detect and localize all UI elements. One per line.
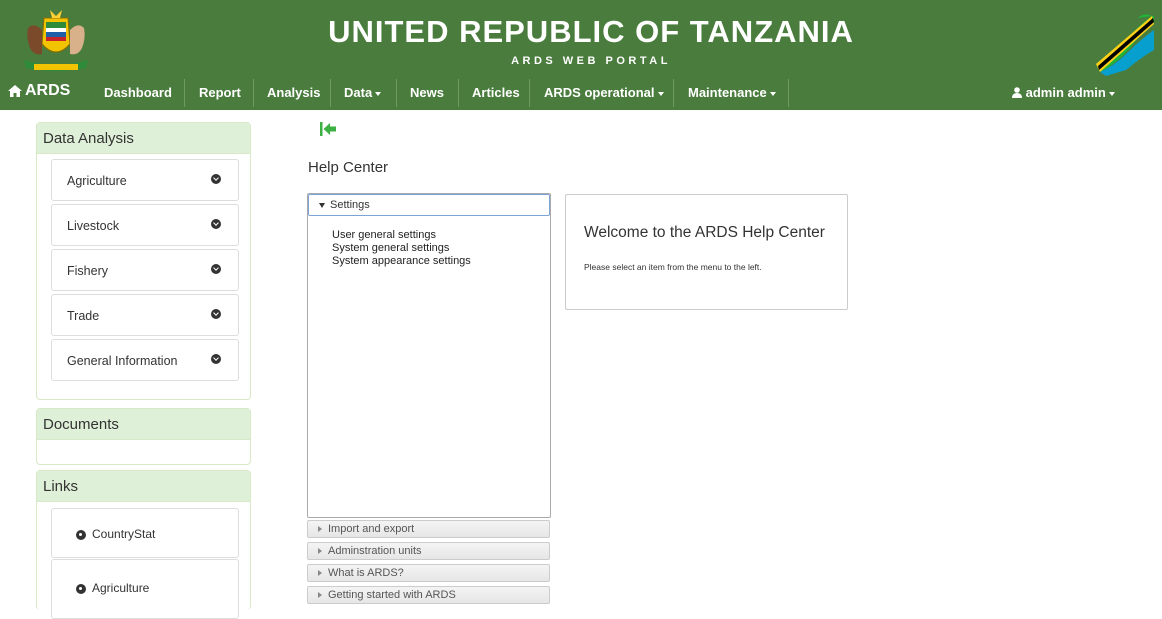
links-heading: Links — [37, 471, 250, 502]
sidebar-item-livestock[interactable]: Livestock — [51, 204, 239, 246]
nav-divider — [184, 79, 185, 107]
caret-down-icon — [1108, 91, 1115, 96]
sidebar-item-label: Trade — [67, 309, 100, 323]
help-link-user-general-settings[interactable]: User general settings — [332, 229, 436, 241]
nav-analysis[interactable]: Analysis — [267, 76, 320, 110]
link-label: Agriculture — [92, 581, 150, 595]
globe-icon — [76, 530, 86, 540]
documents-panel: Documents — [36, 408, 251, 465]
nav-data-dropdown[interactable]: Data — [344, 76, 382, 110]
sidebar-item-label: Fishery — [67, 264, 108, 278]
sidebar-item-agriculture[interactable]: Agriculture — [51, 159, 239, 201]
back-arrow-icon[interactable] — [319, 121, 337, 137]
accordion-header-settings[interactable]: Settings — [308, 194, 550, 216]
link-countrystat[interactable]: CountryStat — [51, 508, 239, 558]
welcome-panel: Welcome to the ARDS Help Center Please s… — [565, 194, 848, 310]
main-navbar: ARDS Dashboard Report Analysis Data News… — [0, 76, 1162, 110]
documents-heading: Documents — [37, 409, 250, 440]
globe-icon — [76, 584, 86, 594]
site-subtitle: ARDS WEB PORTAL — [511, 55, 671, 67]
welcome-text: Please select an item from the menu to t… — [584, 262, 762, 272]
accordion-header-import-export[interactable]: Import and export — [307, 520, 550, 538]
chevron-circle-down-icon — [211, 309, 221, 319]
page-title: Help Center — [308, 159, 389, 176]
help-link-system-appearance-settings[interactable]: System appearance settings — [332, 255, 471, 267]
help-link-system-general-settings[interactable]: System general settings — [332, 242, 449, 254]
nav-maintenance-dropdown[interactable]: Maintenance — [688, 76, 776, 110]
caret-down-icon — [375, 91, 382, 96]
nav-divider — [673, 79, 674, 107]
home-icon — [8, 85, 22, 97]
nav-report[interactable]: Report — [199, 76, 241, 110]
accordion-header-getting-started[interactable]: Getting started with ARDS — [307, 586, 550, 604]
chevron-circle-down-icon — [211, 264, 221, 274]
caret-down-icon — [769, 91, 776, 96]
triangle-down-icon — [319, 202, 325, 208]
nav-divider — [458, 79, 459, 107]
site-title: UNITED REPUBLIC OF TANZANIA — [328, 14, 854, 49]
sidebar-item-general-information[interactable]: General Information — [51, 339, 239, 381]
chevron-circle-down-icon — [211, 354, 221, 364]
user-menu-dropdown[interactable]: admin admin — [1012, 76, 1115, 110]
accordion-header-administration-units[interactable]: Adminstration units — [307, 542, 550, 560]
nav-ards-operational-dropdown[interactable]: ARDS operational — [544, 76, 664, 110]
nav-divider — [253, 79, 254, 107]
nav-divider — [788, 79, 789, 107]
sidebar-item-label: General Information — [67, 354, 178, 368]
caret-down-icon — [657, 91, 664, 96]
nav-articles[interactable]: Articles — [472, 76, 520, 110]
links-panel: Links CountryStat Agriculture — [36, 470, 251, 619]
brand-home-link[interactable]: ARDS — [8, 82, 70, 100]
link-label: CountryStat — [92, 527, 156, 541]
nav-dashboard[interactable]: Dashboard — [104, 76, 172, 110]
chevron-circle-down-icon — [211, 174, 221, 184]
sidebar-item-fishery[interactable]: Fishery — [51, 249, 239, 291]
triangle-right-icon — [318, 570, 322, 577]
chevron-circle-down-icon — [211, 219, 221, 229]
triangle-right-icon — [318, 592, 322, 599]
sidebar-item-label: Livestock — [67, 219, 120, 233]
nav-divider — [396, 79, 397, 107]
link-agriculture[interactable]: Agriculture — [51, 559, 239, 619]
triangle-right-icon — [318, 526, 322, 533]
brand-label: ARDS — [25, 82, 71, 99]
site-header: UNITED REPUBLIC OF TANZANIA ARDS WEB POR… — [0, 0, 1162, 110]
nav-news[interactable]: News — [410, 76, 444, 110]
data-analysis-heading: Data Analysis — [37, 123, 250, 154]
welcome-title: Welcome to the ARDS Help Center — [584, 224, 825, 241]
help-accordion-panel: Settings User general settings System ge… — [307, 193, 551, 518]
sidebar-item-trade[interactable]: Trade — [51, 294, 239, 336]
tanzania-flag-logo — [1096, 14, 1154, 76]
data-analysis-panel: Data Analysis Agriculture Livestock Fish… — [36, 122, 251, 400]
user-icon — [1012, 87, 1022, 98]
nav-divider — [330, 79, 331, 107]
accordion-header-what-is-ards[interactable]: What is ARDS? — [307, 564, 550, 582]
nav-divider — [529, 79, 530, 107]
triangle-right-icon — [318, 548, 322, 555]
sidebar-item-label: Agriculture — [67, 174, 127, 188]
